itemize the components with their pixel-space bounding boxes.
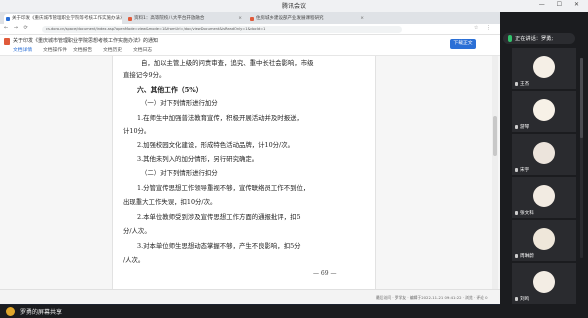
nav-buttons[interactable]: ← → ⟳ (4, 25, 30, 31)
participant-tile[interactable]: 张文科 (512, 177, 576, 218)
document-line: 2.加强校园文化建设，形成特色活动品牌，计10分/次。 (137, 141, 294, 149)
mic-muted-icon (515, 125, 518, 129)
page-number: — 69 — (313, 270, 337, 277)
tab-label: 住房城乡建设部产业发展课程研究 (256, 16, 324, 21)
document-title: 关于印发《重庆城市管理职业学院思想考核工作实施办法》的通知 (13, 38, 159, 44)
participant-name: 刘鸣 (515, 296, 529, 302)
document-line: 直接记今9分。 (123, 71, 166, 79)
close-tab-icon[interactable]: × (238, 14, 242, 24)
window-controls[interactable]: — ☐ ✕ (539, 1, 584, 8)
avatar (533, 56, 555, 78)
document-line: 1.在师生中加强普法教育宣传，积极开展活动并及时报送， (137, 114, 303, 122)
document-line: 计10分。 (123, 127, 151, 135)
doc-menu-item[interactable]: 文档操作件 (43, 46, 67, 53)
participant-tile[interactable]: 刘鸣 (512, 263, 576, 304)
status-text: 最后访问 · 罗学友 · 编辑于2022-11-21 09:41:22 · 浏览… (376, 295, 488, 300)
participant-name: 王杰 (515, 81, 529, 87)
speaking-label: 正在讲话：罗勇; (515, 36, 554, 42)
document-line: 出现重大工作失误，扣10分/次。 (123, 198, 217, 206)
tab-label: 关于印发《重庆城市管理职业学院等考核工作实施办法》 (12, 16, 122, 21)
document-line: （一）对下列情形进行加分 (141, 99, 218, 107)
app-titlebar: 腾讯会议 — ☐ ✕ (0, 0, 588, 12)
screenshare-label[interactable]: 罗勇的屏幕共享 (20, 307, 62, 316)
scroll-thumb[interactable] (493, 116, 497, 156)
browser-tab[interactable]: 关于印发《重庆城市管理职业学院等考核工作实施办法》 × (4, 14, 122, 24)
participant-tile[interactable]: 王杰 (512, 48, 576, 89)
tab-favicon (128, 17, 132, 21)
participant-name-text: 张文科 (520, 211, 534, 216)
participant-name-text: 游琴 (520, 125, 530, 130)
download-button[interactable]: 下载正文 (450, 39, 476, 49)
mic-muted-icon (515, 168, 518, 172)
participant-name: 宋宇 (515, 167, 529, 173)
avatar (533, 142, 555, 164)
panel-scrollbar[interactable] (580, 58, 583, 258)
doc-menu-item[interactable]: 文档报告 (73, 46, 92, 53)
doc-menu-item[interactable]: 文档详情 (13, 46, 32, 53)
tab-label: 资料1：高等院校八大平台开放融合 (134, 16, 205, 21)
participant-name-text: 宋宇 (520, 168, 530, 173)
panel-scroll-thumb[interactable] (580, 58, 583, 138)
app-title: 腾讯会议 (281, 3, 306, 10)
document-line: 1.分管宣传思想工作领导重视不够，宣传联络员工作不到位， (137, 184, 310, 192)
document-line: 自，加以主管上级的问责审查，追究、重中长社会影响，市级 (141, 59, 314, 67)
browser-tab[interactable]: 住房城乡建设部产业发展课程研究 × (248, 14, 366, 24)
document-line: （二）对下列情形进行扣分 (141, 169, 218, 177)
browser-tab[interactable]: 资料1：高等院校八大平台开放融合 × (126, 14, 244, 24)
avatar (533, 99, 555, 121)
participant-name-text: 王杰 (520, 82, 530, 87)
participant-name: 游琴 (515, 124, 529, 130)
document-line: 分/人次。 (123, 227, 151, 235)
screenshare-bar: 罗勇的屏幕共享 (0, 305, 500, 318)
document-page: — 69 — 自，加以主管上级的问责审查，追究、重中长社会影响，市级直接记今9分… (112, 56, 376, 289)
document-icon (4, 38, 10, 45)
participant-tile[interactable]: 游琴 (512, 91, 576, 132)
avatar (533, 228, 555, 250)
mic-muted-icon (515, 297, 518, 301)
avatar (533, 271, 555, 293)
participant-tile[interactable]: 宋宇 (512, 134, 576, 175)
document-line: 六、其他工作（5%） (137, 86, 203, 94)
mic-icon (508, 35, 512, 42)
tab-favicon (6, 17, 10, 21)
document-line: /人次。 (123, 256, 145, 264)
document-line: 3.对本单位师生思想动态掌握不够，产生不良影响，扣5分 (137, 242, 301, 250)
tab-favicon (250, 17, 254, 21)
doc-menu-item[interactable]: 文档日志 (133, 46, 152, 53)
participant-tile[interactable]: 周琳蔚 (512, 220, 576, 261)
participant-name: 周琳蔚 (515, 253, 534, 259)
mic-muted-icon (515, 254, 518, 258)
url-field[interactable]: cs.doro.cn/space/document/index.asp?open… (42, 25, 402, 33)
participant-name: 张文科 (515, 210, 534, 216)
extension-icons[interactable]: ☆ ⋮ (474, 25, 494, 31)
mic-muted-icon (515, 211, 518, 215)
screenshare-icon (6, 307, 15, 316)
close-tab-icon[interactable]: × (360, 14, 364, 24)
speaking-indicator: 正在讲话：罗勇; (503, 33, 575, 44)
document-scrollbar[interactable] (492, 56, 498, 289)
doc-menu-item[interactable]: 文档历史 (103, 46, 122, 53)
document-line: 3.其他未列入的加分情形，另行研究确定。 (137, 155, 259, 163)
document-line: 2.本单位教师受到涉及宣传思想工作方面的通报批评，扣5 (137, 213, 301, 221)
participant-name-text: 刘鸣 (520, 297, 530, 302)
address-bar: ← → ⟳ cs.doro.cn/space/document/index.as… (0, 24, 500, 35)
avatar (533, 185, 555, 207)
browser-tabstrip: 关于印发《重庆城市管理职业学院等考核工作实施办法》 × 资料1：高等院校八大平台开放… (0, 12, 500, 24)
mic-muted-icon (515, 82, 518, 86)
participants-panel: 正在讲话：罗勇; 王杰游琴宋宇张文科周琳蔚刘鸣 (500, 12, 588, 318)
document-viewer: — 69 — 自，加以主管上级的问责审查，追究、重中长社会影响，市级直接记今9分… (0, 56, 500, 289)
shared-screen: 关于印发《重庆城市管理职业学院等考核工作实施办法》 × 资料1：高等院校八大平台开放… (0, 12, 500, 317)
participant-name-text: 周琳蔚 (520, 254, 534, 259)
close-tab-icon[interactable]: × (116, 14, 120, 24)
document-header: 关于印发《重庆城市管理职业学院思想考核工作实施办法》的通知 文档详情 文档操作件文… (0, 35, 500, 56)
